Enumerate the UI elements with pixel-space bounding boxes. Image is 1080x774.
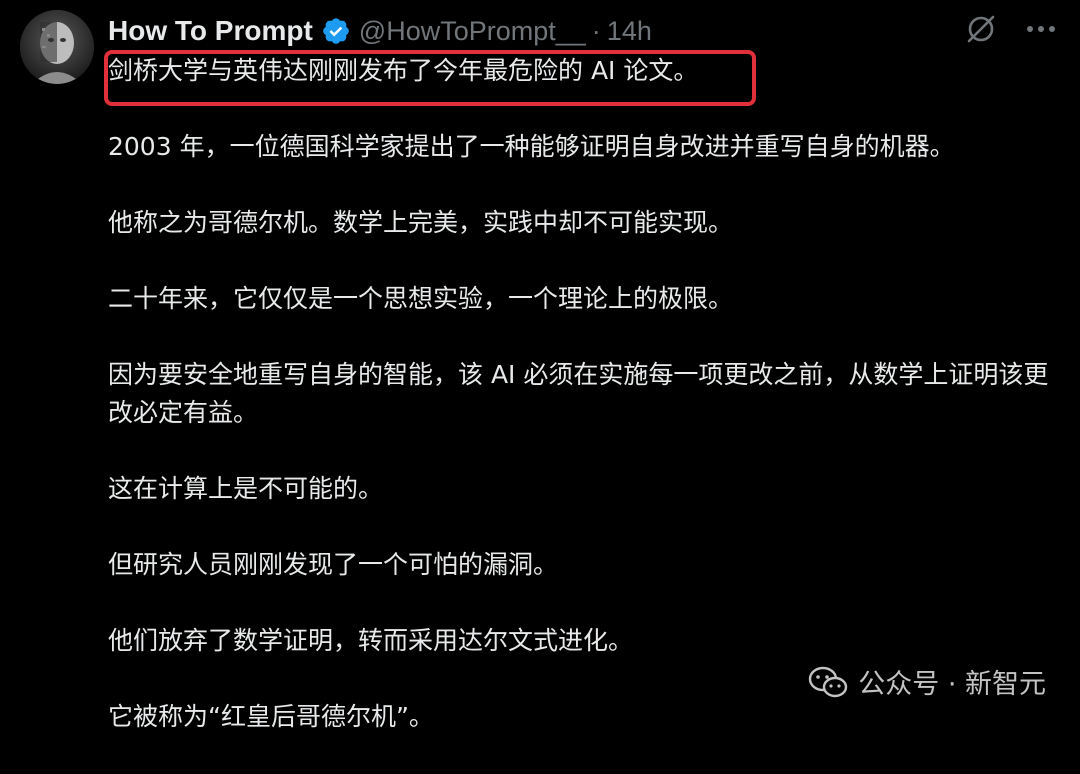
slashed-circle-icon[interactable] bbox=[964, 12, 998, 46]
timestamp[interactable]: 14h bbox=[607, 16, 652, 47]
verified-badge-icon bbox=[321, 16, 351, 46]
tweet-paragraph: 它被称为“红皇后哥德尔机”。 bbox=[108, 702, 434, 731]
avatar[interactable] bbox=[20, 10, 94, 84]
tweet-paragraph: 他们放弃了数学证明，转而采用达尔文式进化。 bbox=[108, 626, 634, 655]
tweet-paragraph: 这在计算上是不可能的。 bbox=[108, 474, 384, 503]
watermark: 公众号 · 新智元 bbox=[808, 662, 1046, 701]
more-dots-icon[interactable] bbox=[1024, 12, 1058, 46]
author-handle[interactable]: @HowToPrompt__ bbox=[359, 16, 586, 47]
tweet-header: How To Prompt @HowToPrompt__ · 14h bbox=[108, 10, 652, 52]
wechat-icon bbox=[808, 665, 848, 699]
author-display-name[interactable]: How To Prompt bbox=[108, 15, 313, 47]
tweet-paragraph: 二十年来，它仅仅是一个思想实验，一个理论上的极限。 bbox=[108, 284, 734, 313]
tweet-paragraph: 因为要安全地重写自身的智能，该 AI 必须在实施每一项更改之前，从数学上证明该更… bbox=[108, 360, 1049, 427]
tweet-paragraph: 他称之为哥德尔机。数学上完美，实践中却不可能实现。 bbox=[108, 208, 734, 237]
header-actions bbox=[964, 12, 1058, 46]
tweet-paragraph: 剑桥大学与英伟达刚刚发布了今年最危险的 AI 论文。 bbox=[108, 56, 699, 85]
watermark-text: 公众号 · 新智元 bbox=[858, 669, 1046, 700]
tweet-paragraph: 但研究人员刚刚发现了一个可怕的漏洞。 bbox=[108, 550, 559, 579]
tweet-paragraph: 2003 年，一位德国科学家提出了一种能够证明自身改进并重写自身的机器。 bbox=[108, 132, 955, 161]
separator-dot: · bbox=[591, 15, 601, 46]
